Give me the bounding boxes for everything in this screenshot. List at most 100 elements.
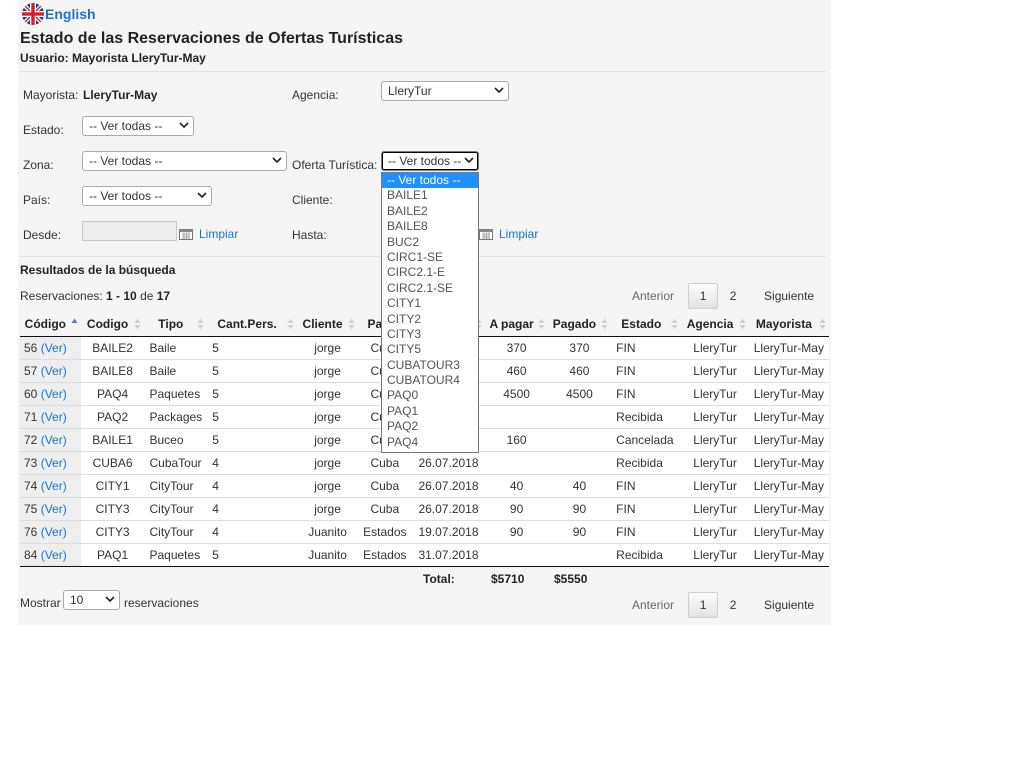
cell-fecha: 26.07.2018 — [411, 497, 486, 521]
dropdown-option[interactable]: CITY3 — [382, 327, 478, 342]
cell-fecha: 19.07.2018 — [411, 520, 486, 544]
cell-codigo: BAILE1 — [80, 428, 145, 452]
dropdown-option[interactable]: PAQ0 — [382, 388, 478, 403]
language-link[interactable]: English — [45, 6, 96, 22]
column-header[interactable]: A pagar — [485, 312, 548, 337]
cell-cant: 5 — [207, 428, 297, 452]
dropdown-option[interactable]: CIRC2.1-SE — [382, 281, 478, 296]
dropdown-option[interactable]: CUBATOUR4 — [382, 373, 478, 388]
dropdown-option[interactable]: PAQ4 — [382, 435, 478, 450]
pagination-prev[interactable]: Anterior — [632, 289, 674, 303]
view-link[interactable]: (Ver) — [41, 387, 67, 401]
column-header[interactable]: Mayorista — [748, 312, 829, 337]
dropdown-option[interactable]: CITY2 — [382, 312, 478, 327]
dropdown-option[interactable]: -- Ver todos -- — [382, 173, 478, 189]
pagination-next[interactable]: Siguiente — [764, 289, 814, 303]
column-header[interactable]: Cant.Pers. — [207, 312, 297, 337]
language-switch[interactable]: English — [22, 3, 96, 25]
column-header[interactable]: Codigo — [80, 312, 145, 337]
column-header[interactable]: Pagado — [547, 312, 612, 337]
column-header-label: Agencia — [686, 317, 734, 331]
view-link[interactable]: (Ver) — [41, 548, 67, 562]
cell-mayorista: LleryTur-May — [748, 520, 829, 544]
calendar-icon[interactable] — [179, 229, 193, 240]
dropdown-option[interactable]: CITY1 — [382, 296, 478, 311]
cell-codigo: BAILE2 — [80, 336, 145, 360]
view-link[interactable]: (Ver) — [41, 433, 67, 447]
cell-pagado: 370 — [547, 336, 612, 360]
pagination-page-2[interactable]: 2 — [718, 592, 748, 618]
cell-apagar: 90 — [485, 520, 548, 544]
oferta-select[interactable]: -- Ver todos -- — [381, 151, 479, 171]
hasta-limpiar-link[interactable]: Limpiar — [499, 227, 538, 241]
view-link[interactable]: (Ver) — [41, 525, 67, 539]
dropdown-option[interactable]: CIRC1-SE — [382, 250, 478, 265]
column-header[interactable]: Tipo — [144, 312, 208, 337]
cell-cant: 4 — [207, 451, 297, 475]
pagination-page-1[interactable]: 1 — [688, 283, 719, 309]
column-header-label: Mayorista — [755, 317, 812, 331]
reservation-id: 75 — [24, 502, 38, 516]
cell-pais: Cuba — [358, 497, 412, 521]
view-link[interactable]: (Ver) — [41, 456, 67, 470]
view-link[interactable]: (Ver) — [41, 479, 67, 493]
table-row: 73 (Ver) CUBA6 CubaTour 4 jorge Cuba 26.07.201… — [20, 451, 829, 475]
desde-label: Desde: — [23, 228, 62, 242]
cell-apagar — [485, 451, 548, 475]
dropdown-option[interactable]: BUC2 — [382, 235, 478, 250]
cell-tipo: Packages — [144, 405, 208, 429]
dropdown-option[interactable]: CITY5 — [382, 342, 478, 357]
table-row: 84 (Ver) PAQ1 Paquetes 5 Juanito Estados 31.07… — [20, 543, 829, 567]
column-header[interactable]: Agencia — [681, 312, 749, 337]
cell-cant: 4 — [207, 474, 297, 498]
page-title: Estado de las Reservaciones de Ofertas T… — [20, 30, 403, 47]
column-header[interactable]: Código — [20, 312, 81, 337]
dropdown-option[interactable]: BAILE1 — [382, 188, 478, 203]
page-size-select[interactable]: 10 — [63, 590, 120, 610]
pagination-page-2[interactable]: 2 — [718, 283, 748, 309]
cell-codigo: CITY3 — [80, 497, 145, 521]
column-header[interactable]: Estado — [611, 312, 682, 337]
dropdown-option[interactable]: PAQ2 — [382, 419, 478, 434]
mayorista-value: LleryTur-May — [83, 88, 158, 102]
column-header-label: A pagar — [489, 317, 534, 331]
pagination-page-1[interactable]: 1 — [688, 592, 719, 618]
desde-limpiar-link[interactable]: Limpiar — [199, 227, 238, 241]
chevron-down-icon — [105, 596, 115, 603]
cell-estado: Recibida — [611, 405, 682, 429]
view-link[interactable]: (Ver) — [41, 502, 67, 516]
oferta-dropdown-list[interactable]: -- Ver todos -- BAILE1 BAILE2 BAILE8 BUC2 CIR… — [381, 172, 479, 453]
calendar-icon[interactable] — [479, 229, 493, 240]
cell-apagar — [485, 543, 548, 567]
zona-select[interactable]: -- Ver todas -- — [82, 151, 287, 171]
dropdown-option[interactable]: CIRC2.1-E — [382, 265, 478, 280]
pais-select[interactable]: -- Ver todos -- — [82, 186, 212, 206]
pagination-next[interactable]: Siguiente — [764, 598, 814, 612]
estado-select[interactable]: -- Ver todas -- — [82, 116, 194, 136]
view-link[interactable]: (Ver) — [41, 341, 67, 355]
sort-icon — [348, 318, 355, 330]
pagination-prev[interactable]: Anterior — [632, 598, 674, 612]
desde-date-input[interactable] — [82, 221, 177, 241]
column-header-label: Cliente — [302, 317, 343, 331]
results-count: Reservaciones: 1 - 10 de 17 — [20, 289, 170, 303]
total-label: Total: — [423, 572, 455, 586]
dropdown-option[interactable]: BAILE2 — [382, 204, 478, 219]
cell-agencia: LleryTur — [681, 474, 749, 498]
column-header[interactable]: Cliente — [296, 312, 359, 337]
dropdown-option[interactable]: BAILE8 — [382, 219, 478, 234]
dropdown-option[interactable]: PAQ1 — [382, 404, 478, 419]
cell-pagado — [547, 451, 612, 475]
cell-tipo: CubaTour — [144, 451, 208, 475]
cell-tipo: Buceo — [144, 428, 208, 452]
cell-tipo: CityTour — [144, 474, 208, 498]
agencia-select[interactable]: LleryTur — [381, 81, 509, 101]
view-link[interactable]: (Ver) — [41, 364, 67, 378]
table-row: 74 (Ver) CITY1 CityTour 4 jorge Cuba 26.07.201… — [20, 474, 829, 498]
view-link[interactable]: (Ver) — [41, 410, 67, 424]
count-range: 1 - 10 — [106, 289, 137, 303]
pagination-top: Anterior 1 2 Siguiente — [632, 283, 814, 309]
cell-cliente: jorge — [296, 451, 359, 475]
dropdown-option[interactable]: CUBATOUR3 — [382, 358, 478, 373]
column-header-label: Código — [24, 317, 66, 331]
